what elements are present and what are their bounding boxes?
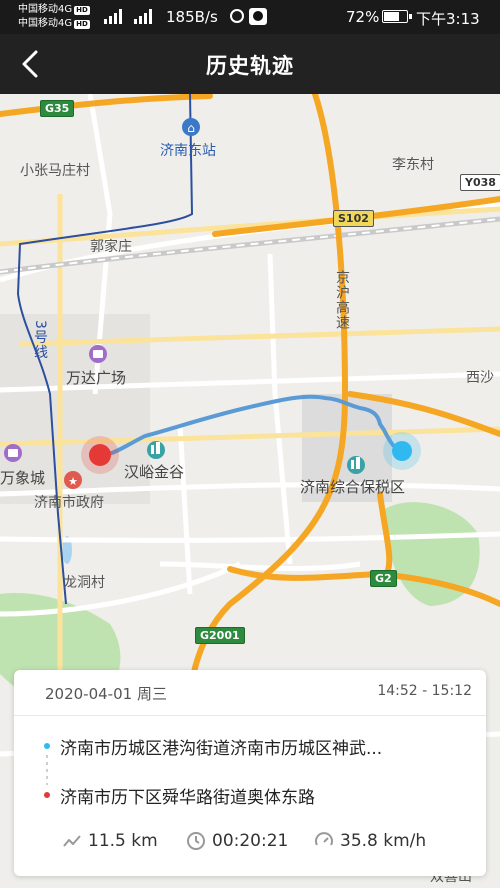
end-address: 济南市历下区舜华路街道奥体东路: [60, 788, 315, 808]
notification-icons: [230, 8, 267, 25]
battery-icon: [382, 10, 412, 23]
trip-date: 2020-04-01 周三: [45, 685, 167, 703]
station-icon: ⌂: [182, 118, 200, 136]
trip-distance: 11.5 km: [88, 831, 158, 851]
speedometer-icon: [315, 832, 333, 846]
road-shield-g2001: G2001: [195, 627, 245, 644]
status-time: 下午3:13: [416, 10, 480, 28]
end-marker[interactable]: [392, 441, 412, 461]
start-address: 济南市历城区港沟街道济南市历城区神武...: [60, 739, 383, 759]
poi-jinan-east-station[interactable]: 济南东站: [160, 140, 216, 160]
title-bar: 历史轨迹: [0, 34, 500, 94]
road-shield-s102: S102: [333, 210, 374, 227]
road-label-jinghu: 京沪高速: [334, 270, 350, 330]
signal-icon-2: [134, 9, 152, 24]
svg-text:★: ★: [68, 475, 78, 488]
clock-icon: [187, 832, 205, 850]
battery-percent: 72%: [346, 8, 380, 26]
road-shield-g35: G35: [40, 100, 75, 117]
divider: [14, 715, 486, 716]
svg-text:⌂: ⌂: [187, 121, 195, 135]
trip-time-range: 14:52 - 15:12: [377, 683, 472, 699]
trip-card[interactable]: 2020-04-01 周三 14:52 - 15:12 济南市历城区港沟街道济南…: [14, 670, 486, 876]
poi-xisha: 西沙: [466, 370, 494, 386]
dotted-connector: [46, 755, 48, 785]
poi-bonded-zone[interactable]: 济南综合保税区: [300, 476, 405, 497]
carrier-1: 中国移动4G HD: [18, 4, 90, 15]
shopping-icon-2: [4, 444, 22, 462]
trip-avg-speed: 35.8 km/h: [340, 831, 427, 851]
poi-wanxiangcheng[interactable]: 万象城: [0, 467, 45, 488]
start-marker[interactable]: [89, 444, 111, 466]
poi-hanyu-jingu[interactable]: 汉峪金谷: [124, 461, 184, 482]
net-speed: 185B/s: [166, 8, 218, 26]
poi-lidongcun: 李东村: [392, 157, 434, 173]
poi-guojiazhuang: 郭家庄: [90, 239, 132, 255]
poi-city-gov[interactable]: 济南市政府: [34, 492, 104, 512]
building-icon: [147, 441, 165, 459]
building-icon-2: [347, 456, 365, 474]
page-title: 历史轨迹: [206, 54, 294, 78]
poi-wanda[interactable]: 万达广场: [66, 367, 126, 388]
poi-longdongcun: 龙洞村: [63, 575, 105, 591]
trip-duration: 00:20:21: [212, 831, 289, 851]
road-shield-y038: Y038: [460, 174, 500, 191]
start-dot-icon: [44, 743, 50, 749]
status-bar: 中国移动4G HD 中国移动4G HD 185B/s 72% 下午3:13: [0, 0, 500, 34]
metro-label: 3号线: [32, 320, 48, 360]
government-icon: ★: [64, 471, 82, 489]
carrier-2: 中国移动4G HD: [18, 18, 90, 29]
poi-xiaozhangmazhuang: 小张马庄村: [20, 163, 90, 179]
signal-icon: [104, 9, 122, 24]
road-shield-g2: G2: [370, 570, 397, 587]
route-zigzag-icon: [63, 835, 81, 847]
end-dot-icon: [44, 792, 50, 798]
shopping-icon: [89, 345, 107, 363]
